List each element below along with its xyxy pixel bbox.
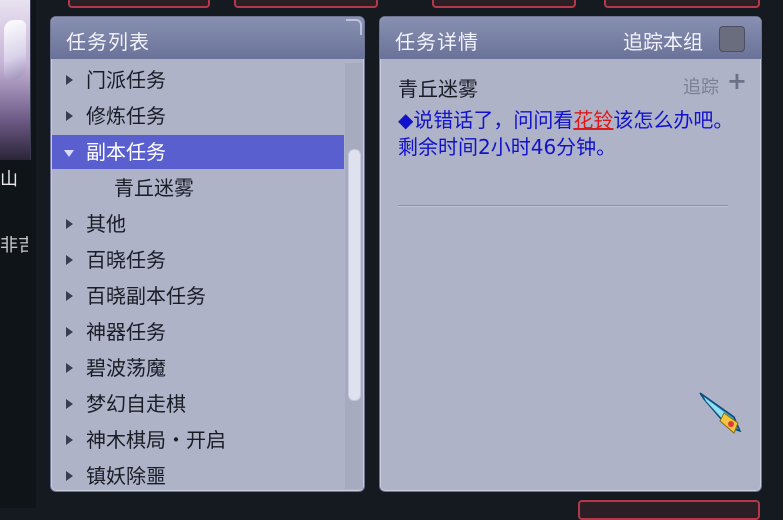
quest-list-scrollbar[interactable] xyxy=(345,63,363,489)
track-group-label: 追踪本组 xyxy=(623,30,703,54)
character-portrait xyxy=(0,0,31,160)
expand-arrow-icon xyxy=(66,75,73,85)
list-item-label: 神木棋局・开启 xyxy=(86,428,226,452)
expand-arrow-icon xyxy=(66,471,73,481)
list-item-label: 门派任务 xyxy=(86,68,166,92)
sword-icon[interactable] xyxy=(694,387,744,437)
expand-arrow-icon xyxy=(66,219,73,229)
quest-desc-prefix: ◆说错话了，问问看 xyxy=(398,108,574,132)
top-tab-button-2[interactable] xyxy=(234,0,378,8)
quest-category-shenqi[interactable]: 神器任务 xyxy=(52,315,344,349)
expand-arrow-icon xyxy=(66,399,73,409)
expand-arrow-icon xyxy=(66,363,73,373)
game-scene-strip: 山 非吉 xyxy=(0,0,36,508)
portrait-hair xyxy=(4,20,26,80)
quest-list-title: 任务列表 xyxy=(66,30,150,54)
scene-text-1: 山 xyxy=(0,170,18,190)
quest-category-bibo[interactable]: 碧波荡魔 xyxy=(52,351,344,385)
quest-category-shenmu[interactable]: 神木棋局・开启 xyxy=(52,423,344,457)
list-item-label: 镇妖除噩 xyxy=(86,464,166,488)
list-item-label: 副本任务 xyxy=(86,140,166,164)
quest-detail-panel: 任务详情 追踪本组 青丘迷雾 追踪 + ◆说错话了，问问看花铃该怎么办吧。剩余时… xyxy=(379,16,762,492)
collapse-arrow-icon xyxy=(64,150,74,157)
quest-description: ◆说错话了，问问看花铃该怎么办吧。剩余时间2小时46分钟。 xyxy=(398,107,746,161)
quest-detail-header: 任务详情 追踪本组 xyxy=(380,17,761,59)
expand-arrow-icon xyxy=(66,435,73,445)
quest-name: 青丘迷雾 xyxy=(398,77,478,101)
npc-link-hualing[interactable]: 花铃 xyxy=(573,108,613,132)
quest-list-panel: 任务列表 门派任务 修炼任务 副本任务 青丘迷雾 其他 百晓任务 百晓副本任务 xyxy=(50,16,365,492)
list-item-label: 百晓副本任务 xyxy=(86,284,206,308)
quest-category-baixiao-fuben[interactable]: 百晓副本任务 xyxy=(52,279,344,313)
expand-arrow-icon xyxy=(66,291,73,301)
detail-divider xyxy=(398,205,728,207)
scene-text-2: 非吉 xyxy=(0,236,28,256)
list-item-label: 神器任务 xyxy=(86,320,166,344)
expand-arrow-icon xyxy=(66,255,73,265)
quest-category-xiulian[interactable]: 修炼任务 xyxy=(52,99,344,133)
quest-category-menpai[interactable]: 门派任务 xyxy=(52,63,344,97)
list-item-label: 碧波荡魔 xyxy=(86,356,166,380)
quest-category-other[interactable]: 其他 xyxy=(52,207,344,241)
list-item-label: 其他 xyxy=(86,212,126,236)
quest-category-baixiao[interactable]: 百晓任务 xyxy=(52,243,344,277)
expand-arrow-icon xyxy=(66,327,73,337)
list-item-label: 修炼任务 xyxy=(86,104,166,128)
expand-arrow-icon xyxy=(66,111,73,121)
quest-item-qingqiu[interactable]: 青丘迷雾 xyxy=(52,171,344,205)
track-quest-link[interactable]: 追踪 xyxy=(683,73,719,99)
quest-category-fuben[interactable]: 副本任务 xyxy=(52,135,344,169)
quest-category-zizouqi[interactable]: 梦幻自走棋 xyxy=(52,387,344,421)
top-tab-button-1[interactable] xyxy=(68,0,210,8)
quest-category-zhenyao[interactable]: 镇妖除噩 xyxy=(52,459,344,489)
quest-list-header: 任务列表 xyxy=(51,17,364,59)
scrollbar-thumb[interactable] xyxy=(348,149,361,401)
top-tab-button-3[interactable] xyxy=(432,0,576,8)
top-tab-button-4[interactable] xyxy=(604,0,760,8)
list-item-label: 青丘迷雾 xyxy=(114,176,194,200)
quest-list: 门派任务 修炼任务 副本任务 青丘迷雾 其他 百晓任务 百晓副本任务 神器任务 xyxy=(52,63,344,489)
list-item-label: 百晓任务 xyxy=(86,248,166,272)
quest-detail-title: 任务详情 xyxy=(395,30,479,54)
track-group-checkbox[interactable] xyxy=(719,26,745,52)
list-item-label: 梦幻自走棋 xyxy=(86,392,186,416)
corner-ornament-icon xyxy=(346,19,362,35)
bottom-action-button[interactable] xyxy=(578,500,760,520)
track-add-icon[interactable]: + xyxy=(727,67,747,95)
